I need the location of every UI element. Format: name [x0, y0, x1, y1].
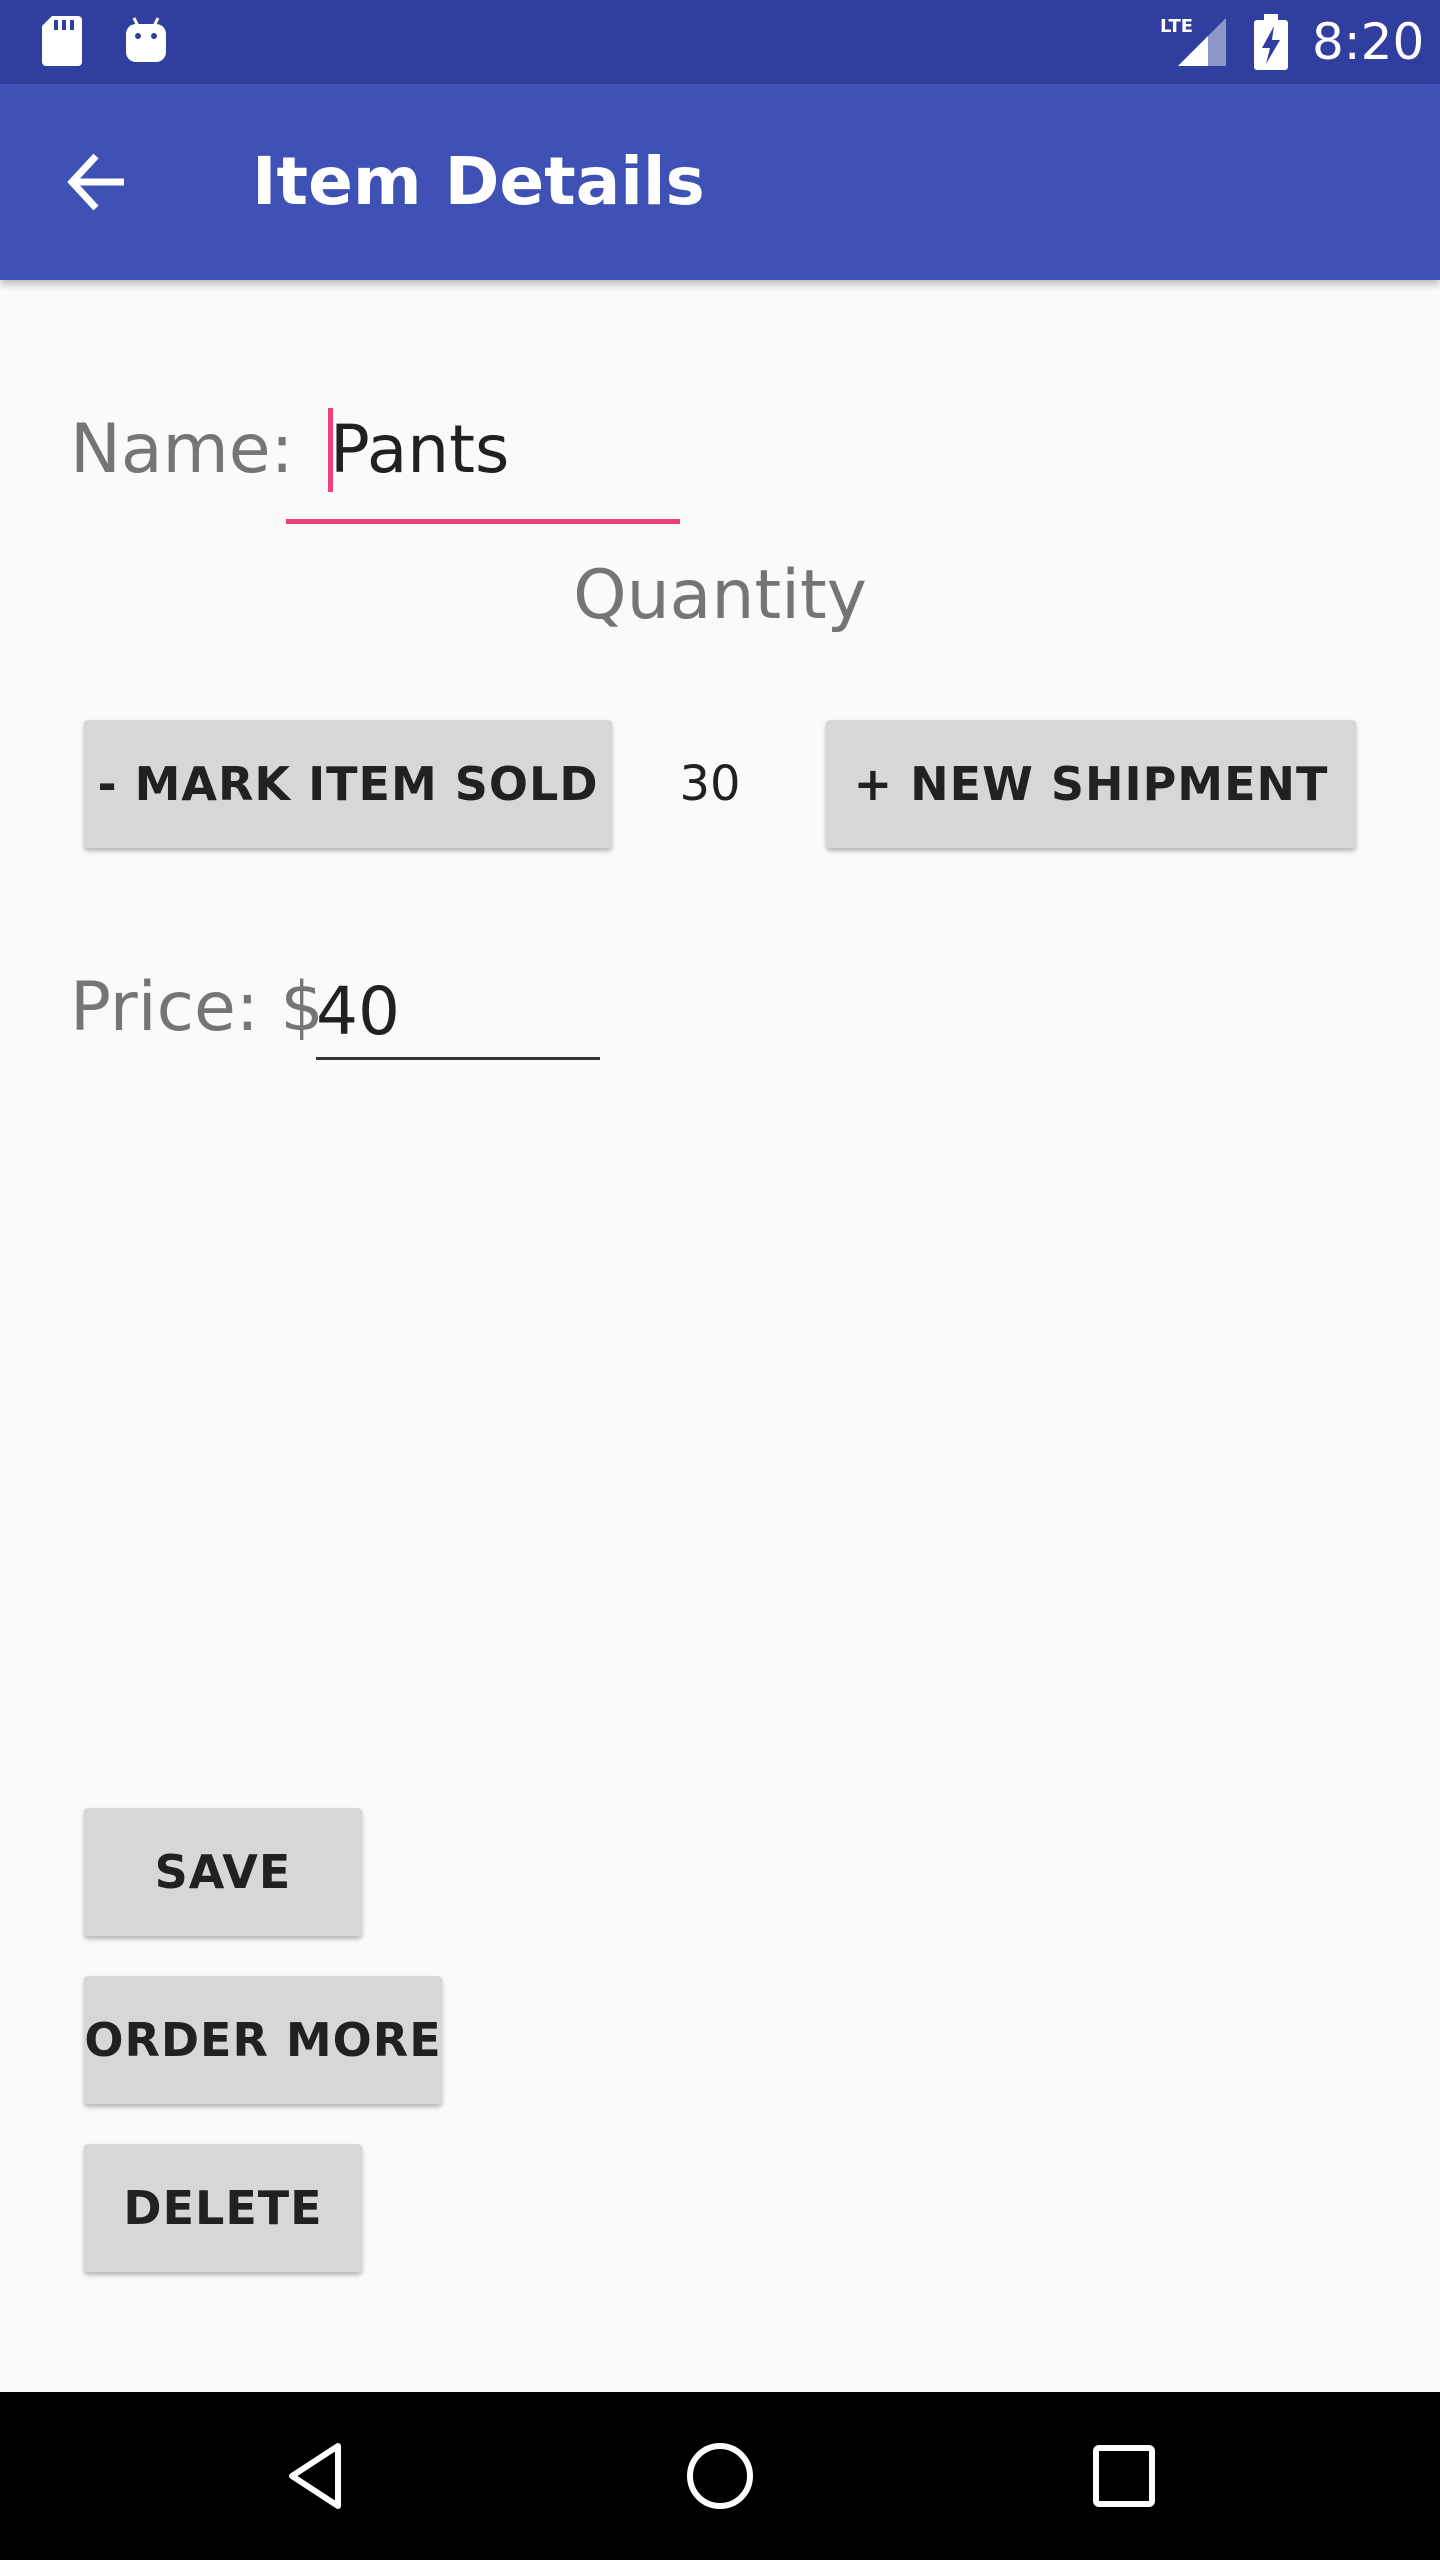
price-value: 40 — [316, 973, 400, 1050]
arrow-back-icon[interactable] — [62, 146, 134, 218]
battery-charging-icon — [1254, 14, 1288, 70]
delete-button[interactable]: DELETE — [84, 2144, 362, 2272]
status-bar: LTE 8:20 — [0, 0, 1440, 84]
new-shipment-button[interactable]: + NEW SHIPMENT — [826, 720, 1356, 848]
order-more-button[interactable]: ORDER MORE — [84, 1976, 442, 2104]
lte-signal-icon: LTE — [1160, 16, 1226, 66]
quantity-label: Quantity — [573, 556, 867, 635]
mark-item-sold-button[interactable]: - MARK ITEM SOLD — [84, 720, 612, 848]
navigation-bar — [0, 2392, 1440, 2560]
name-label: Name: — [70, 410, 294, 489]
nav-back-icon[interactable] — [270, 2428, 366, 2524]
app-bar — [0, 84, 1440, 280]
sd-card-icon — [42, 16, 82, 66]
nav-recents-icon[interactable] — [1076, 2428, 1172, 2524]
clock: 8:20 — [1312, 13, 1425, 71]
price-label: Price: $ — [70, 968, 324, 1047]
save-button[interactable]: SAVE — [84, 1808, 362, 1936]
nav-home-icon[interactable] — [672, 2428, 768, 2524]
quantity-value: 30 — [679, 756, 741, 812]
page-title: Item Details — [252, 143, 705, 220]
name-value: Pants — [330, 411, 510, 488]
name-input[interactable]: Pants — [286, 396, 680, 524]
android-icon — [126, 17, 166, 62]
svg-text:LTE: LTE — [1160, 16, 1193, 37]
price-input[interactable]: 40 — [316, 962, 600, 1060]
